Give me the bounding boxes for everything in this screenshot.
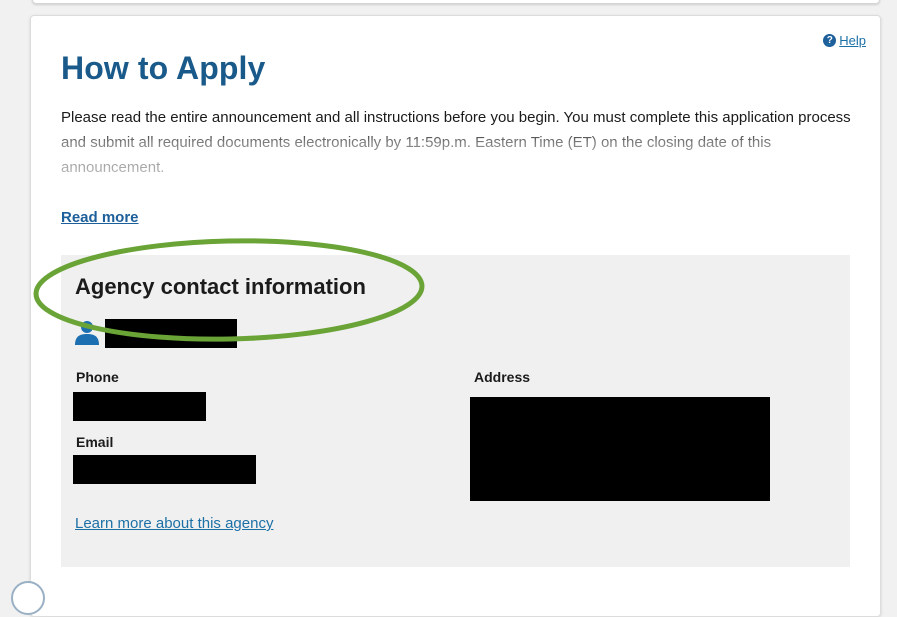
read-more-link[interactable]: Read more [61,209,139,226]
redacted-email [73,455,256,484]
feedback-button-partial[interactable] [11,581,45,615]
learn-more-agency-link[interactable]: Learn more about this agency [75,515,273,532]
intro-text: Please read the entire announcement and … [61,109,851,176]
agency-contact-section: Agency contact information Phone Email A… [61,255,850,567]
agency-contact-heading: Agency contact information [75,274,366,299]
page-title: How to Apply [61,50,266,86]
redacted-phone [73,392,206,421]
help-label: Help [839,33,866,48]
person-icon [75,321,99,345]
question-circle-icon: ? [823,34,837,47]
how-to-apply-card: ? Help How to Apply Please read the enti… [30,15,881,617]
email-label: Email [76,434,114,450]
help-link[interactable]: ? Help [823,33,866,48]
previous-card-edge [32,0,880,4]
address-label: Address [474,369,531,385]
phone-label: Phone [76,369,119,385]
redacted-address [470,397,770,501]
redacted-contact-name [105,319,237,348]
